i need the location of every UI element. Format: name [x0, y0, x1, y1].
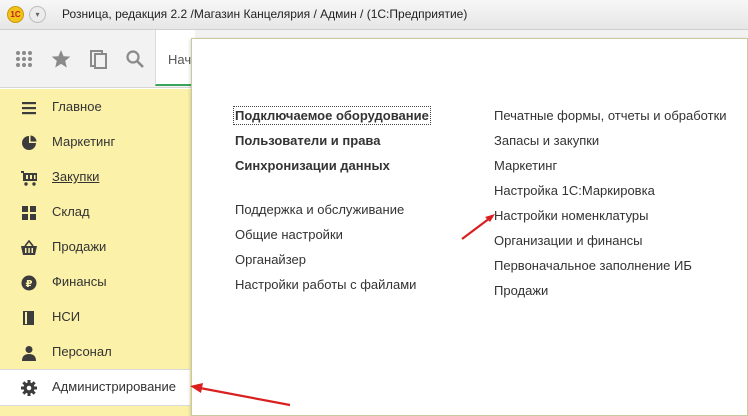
- sidebar-item-purchases[interactable]: Закупки: [0, 160, 190, 195]
- link-marketing[interactable]: Маркетинг: [494, 158, 557, 173]
- ruble-coin-icon: ₽: [21, 275, 37, 291]
- sidebar-item-label: НСИ: [52, 309, 81, 324]
- sidebar-item-finance[interactable]: ₽ Финансы: [0, 265, 190, 300]
- link-general-settings[interactable]: Общие настройки: [235, 227, 343, 242]
- history-icon[interactable]: [87, 48, 109, 70]
- link-print-forms-reports[interactable]: Печатные формы, отчеты и обработки: [494, 108, 727, 123]
- link-initial-db-fill[interactable]: Первоначальное заполнение ИБ: [494, 258, 692, 273]
- menu-lines-icon: [22, 102, 36, 115]
- sidebar-item-label: Продажи: [52, 239, 107, 254]
- sidebar-item-label: Закупки: [52, 169, 100, 184]
- annotation-arrow-icon: [190, 383, 291, 407]
- sidebar-item-personnel[interactable]: Персонал: [0, 335, 190, 370]
- main-menu-button[interactable]: ▾: [29, 6, 46, 23]
- sidebar-item-main[interactable]: Главное: [0, 90, 190, 125]
- sidebar-item-sales[interactable]: Продажи: [0, 230, 190, 265]
- sidebar-item-warehouse[interactable]: Склад: [0, 195, 190, 230]
- cart-icon: [21, 171, 37, 186]
- basket-icon: [21, 240, 37, 255]
- sidebar-item-nsi[interactable]: НСИ: [0, 300, 190, 335]
- link-nomenclature-settings[interactable]: Настройки номенклатуры: [494, 208, 649, 223]
- person-icon: [22, 346, 36, 361]
- link-connected-equipment[interactable]: Подключаемое оборудование: [233, 106, 431, 125]
- link-data-sync[interactable]: Синхронизации данных: [235, 158, 390, 173]
- sidebar-item-administration[interactable]: Администрирование: [0, 369, 190, 406]
- sidebar: Главное Маркетинг Закупки Склад Продажи: [0, 89, 192, 416]
- sidebar-item-label: Главное: [52, 99, 102, 114]
- sidebar-item-label: Администрирование: [52, 379, 176, 394]
- link-organizations-finance[interactable]: Организации и финансы: [494, 233, 643, 248]
- svg-text:₽: ₽: [26, 279, 33, 290]
- annotation-arrow-icon: [461, 214, 495, 240]
- link-support-maintenance[interactable]: Поддержка и обслуживание: [235, 202, 404, 217]
- pie-chart-icon: [22, 135, 37, 150]
- tab-home-label: Нач: [168, 52, 192, 67]
- link-stock-purchases[interactable]: Запасы и закупки: [494, 133, 599, 148]
- sidebar-item-label: Персонал: [52, 344, 112, 359]
- apps-grid-icon[interactable]: [13, 48, 35, 70]
- sidebar-item-marketing[interactable]: Маркетинг: [0, 125, 190, 160]
- link-users-and-rights[interactable]: Пользователи и права: [235, 133, 380, 148]
- title-bar: 1С ▾ Розница, редакция 2.2 /Магазин Канц…: [0, 0, 748, 30]
- book-icon: [23, 311, 34, 325]
- sidebar-item-label: Склад: [52, 204, 90, 219]
- 1c-logo-icon[interactable]: 1С: [7, 6, 24, 23]
- warehouse-grid-icon: [22, 206, 36, 220]
- tab-home[interactable]: Нач: [155, 30, 195, 86]
- sidebar-item-label: Финансы: [52, 274, 107, 289]
- search-icon[interactable]: [124, 48, 146, 70]
- link-sales[interactable]: Продажи: [494, 283, 548, 298]
- link-organizer[interactable]: Органайзер: [235, 252, 306, 267]
- link-1c-marking-settings[interactable]: Настройка 1С:Маркировка: [494, 183, 655, 198]
- sidebar-item-label: Маркетинг: [52, 134, 116, 149]
- star-icon[interactable]: [50, 48, 72, 70]
- gear-icon: [21, 380, 37, 396]
- link-file-settings[interactable]: Настройки работы с файлами: [235, 277, 416, 292]
- window-title: Розница, редакция 2.2 /Магазин Канцеляри…: [62, 7, 468, 21]
